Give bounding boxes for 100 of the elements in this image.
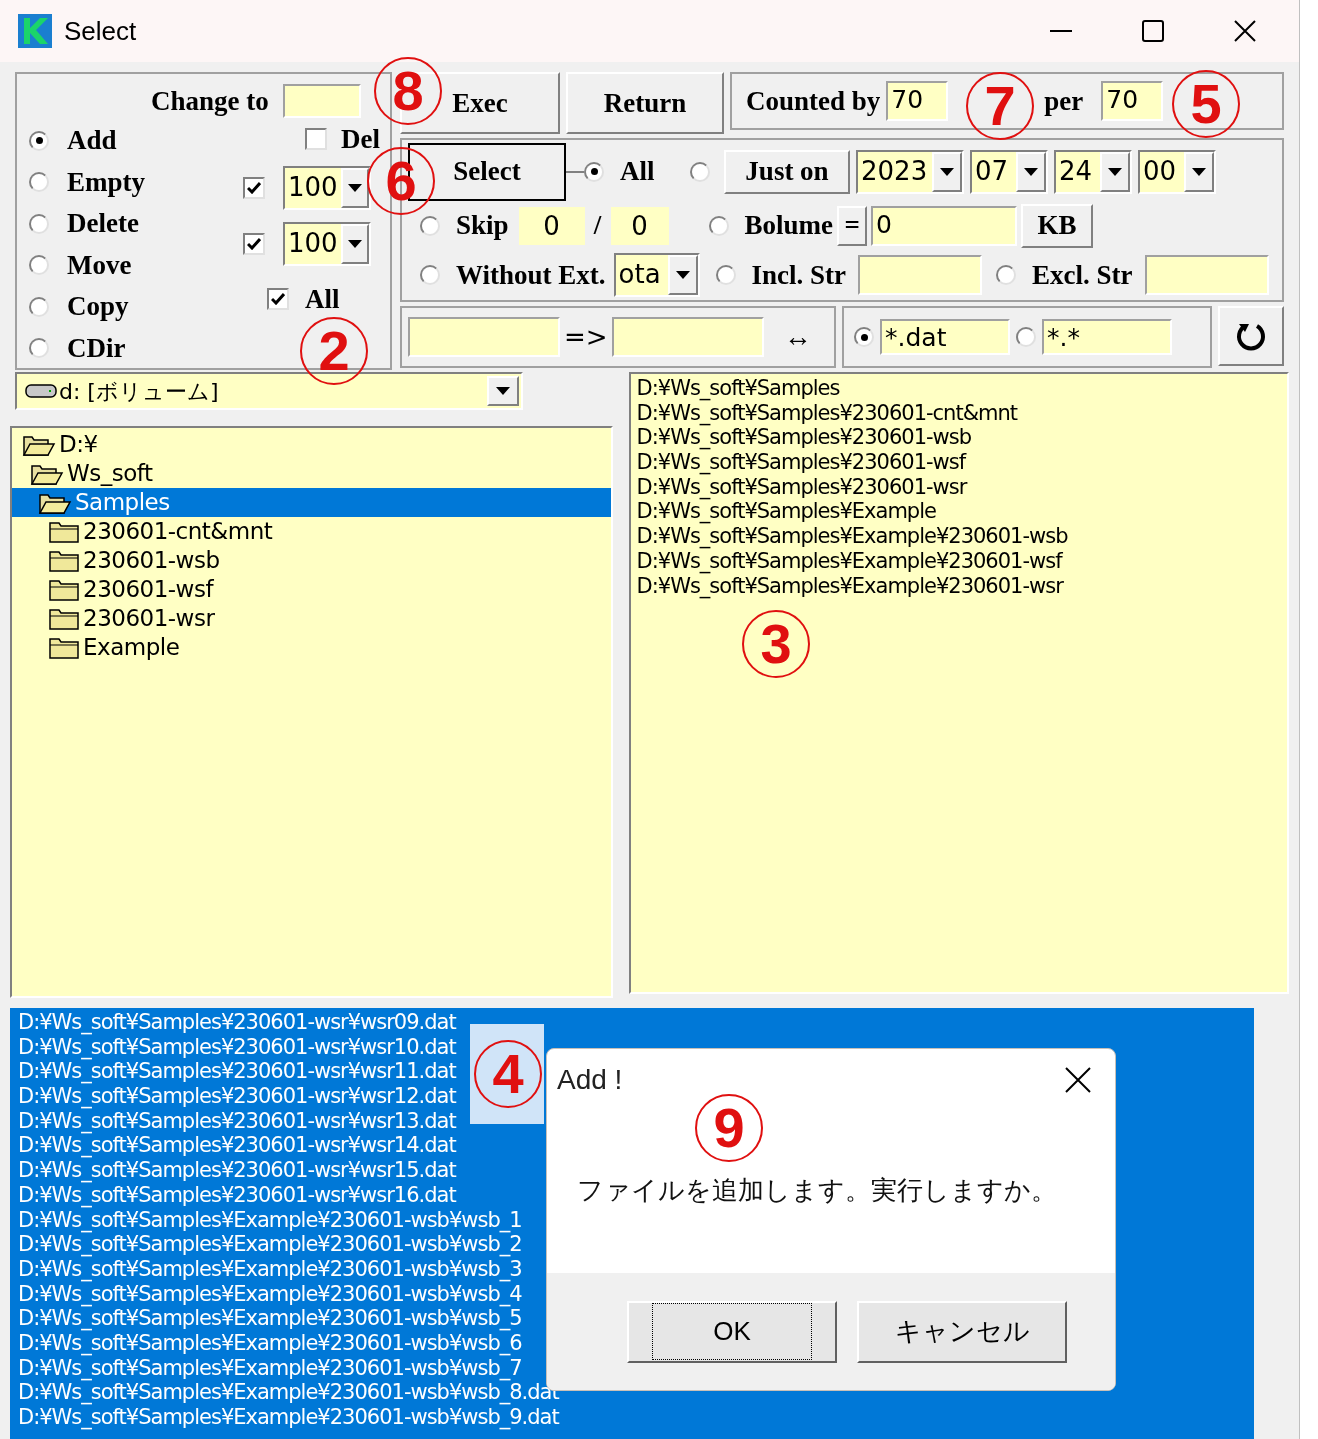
radio-button[interactable]: [29, 296, 49, 317]
rename-from-field[interactable]: [408, 317, 560, 357]
return-button[interactable]: Return: [566, 72, 724, 134]
maximize-icon[interactable]: [1142, 20, 1164, 42]
file-path[interactable]: D:¥Ws_soft¥Samples¥Example¥230601-wsb¥wsb_4: [18, 1281, 522, 1307]
radio-button[interactable]: [29, 130, 49, 151]
dialog-button[interactable]: キャンセル: [857, 1300, 1067, 1363]
check-icon: [247, 238, 261, 250]
skip-to-field[interactable]: 0: [610, 206, 669, 245]
extension-dropdown[interactable]: ota: [613, 253, 700, 298]
folder-tree-item[interactable]: Ws_soft: [12, 459, 611, 488]
filter-field[interactable]: *.*: [1042, 319, 1172, 355]
date-dropdown[interactable]: 2023: [856, 149, 964, 194]
caret-icon: [347, 240, 362, 248]
drive-dropdown[interactable]: d: [ボリューム]: [15, 372, 523, 410]
file-path[interactable]: D:¥Ws_soft¥Samples¥230601-wsr¥wsr15.dat: [18, 1158, 456, 1183]
all-label: All: [305, 285, 340, 313]
radio-button[interactable]: [29, 255, 49, 276]
folder-icon: [48, 577, 80, 602]
close-icon[interactable]: [1065, 1067, 1091, 1093]
separator: /: [592, 212, 603, 240]
annotation-marker: 5: [1172, 70, 1240, 138]
radio-button[interactable]: [996, 265, 1017, 286]
skip-from-field[interactable]: 0: [518, 206, 585, 245]
file-path[interactable]: D:¥Ws_soft¥Samples¥230601-wsr¥wsr13.dat: [18, 1108, 456, 1134]
number-dropdown[interactable]: 100: [283, 222, 371, 266]
radio-button[interactable]: [584, 161, 604, 182]
change-to-field[interactable]: [282, 84, 361, 118]
file-path[interactable]: D:¥Ws_soft¥Samples¥230601-wsr¥wsr11.dat: [18, 1059, 456, 1085]
file-path[interactable]: D:¥Ws_soft¥Samples¥Example¥230601-wsb¥wsb_5: [18, 1306, 522, 1331]
filter-field[interactable]: *.dat: [880, 319, 1010, 355]
drive-icon: [25, 383, 57, 399]
check-icon: [247, 182, 261, 194]
folder-path[interactable]: D:¥Ws_soft¥Samples¥230601-wsf: [636, 450, 966, 475]
folder-path[interactable]: D:¥Ws_soft¥Samples¥230601-wsb: [636, 425, 971, 451]
radio-button[interactable]: [29, 172, 49, 193]
radio-button[interactable]: [29, 338, 49, 359]
counted-by-field[interactable]: 70: [886, 81, 949, 121]
volume-field[interactable]: 0: [871, 205, 1018, 246]
operator-button[interactable]: =: [837, 205, 868, 246]
check-icon: [271, 293, 285, 305]
dialog-title: Add !: [557, 1063, 623, 1097]
file-path[interactable]: D:¥Ws_soft¥Samples¥230601-wsr¥wsr12.dat: [18, 1084, 456, 1109]
folder-path[interactable]: D:¥Ws_soft¥Samples¥230601-wsr: [636, 474, 967, 500]
kb-button[interactable]: KB: [1021, 203, 1094, 248]
checkbox[interactable]: [243, 233, 265, 255]
radio-button[interactable]: [420, 265, 440, 286]
folder-tree-item[interactable]: Example: [12, 633, 611, 662]
folder-tree-item[interactable]: 230601-wsb: [12, 546, 611, 575]
radio-button[interactable]: [690, 161, 710, 182]
change-to-label: Change to: [151, 87, 269, 115]
folder-tree-item[interactable]: 230601-cnt&mnt: [12, 517, 611, 546]
folder-tree-item[interactable]: D:¥: [12, 430, 611, 459]
folder-path[interactable]: D:¥Ws_soft¥Samples¥Example¥230601-wsr: [636, 573, 1063, 599]
folder-path[interactable]: D:¥Ws_soft¥Samples¥Example¥230601-wsf: [636, 548, 1062, 574]
folder-path[interactable]: D:¥Ws_soft¥Samples¥230601-cnt&mnt: [636, 400, 1018, 426]
volume-label: Bolume: [744, 212, 834, 240]
folder-tree-item[interactable]: 230601-wsr: [12, 604, 611, 633]
file-path[interactable]: D:¥Ws_soft¥Samples¥230601-wsr¥wsr14.dat: [18, 1133, 456, 1159]
file-path[interactable]: D:¥Ws_soft¥Samples¥Example¥230601-wsb¥wsb_3: [18, 1256, 522, 1282]
excl-str-field[interactable]: [1144, 255, 1269, 296]
just-on-button[interactable]: Just on: [724, 149, 850, 194]
folder-icon: [48, 519, 80, 544]
file-path[interactable]: D:¥Ws_soft¥Samples¥230601-wsr¥wsr16.dat: [18, 1182, 456, 1208]
folder-tree-item[interactable]: 230601-wsf: [12, 575, 611, 604]
incl-str-field[interactable]: [858, 255, 983, 296]
folder-path[interactable]: D:¥Ws_soft¥Samples¥Example: [636, 499, 936, 525]
date-dropdown[interactable]: 24: [1054, 149, 1132, 194]
checkbox[interactable]: [267, 288, 289, 310]
caret-icon: [1108, 167, 1122, 176]
mode-label: Delete: [67, 210, 139, 238]
file-path[interactable]: D:¥Ws_soft¥Samples¥Example¥230601-wsb¥wsb_9.dat: [18, 1405, 559, 1430]
rename-to-field[interactable]: [611, 317, 764, 357]
refresh-button[interactable]: [1218, 306, 1284, 366]
checkbox[interactable]: [305, 128, 327, 150]
checkbox[interactable]: [243, 177, 265, 199]
folder-path[interactable]: D:¥Ws_soft¥Samples: [636, 376, 840, 401]
date-dropdown[interactable]: 00: [1138, 149, 1216, 194]
radio-button[interactable]: [708, 215, 729, 236]
dialog-button[interactable]: OK: [627, 1300, 837, 1363]
file-path[interactable]: D:¥Ws_soft¥Samples¥Example¥230601-wsb¥wsb_7: [18, 1355, 522, 1381]
folder-tree-item[interactable]: Samples: [12, 488, 611, 517]
file-path[interactable]: D:¥Ws_soft¥Samples¥Example¥230601-wsb¥wsb_6: [18, 1330, 522, 1356]
radio-button[interactable]: [29, 213, 49, 234]
all-option-label: All: [620, 158, 656, 186]
radio-button[interactable]: [854, 327, 874, 347]
per-field[interactable]: 70: [1101, 81, 1164, 121]
file-path[interactable]: D:¥Ws_soft¥Samples¥Example¥230601-wsb¥wsb_1: [18, 1207, 522, 1233]
file-path[interactable]: D:¥Ws_soft¥Samples¥230601-wsr¥wsr10.dat: [18, 1034, 456, 1060]
radio-button[interactable]: [1016, 327, 1036, 347]
mode-label: Move: [67, 251, 132, 279]
file-path[interactable]: D:¥Ws_soft¥Samples¥Example¥230601-wsb¥wsb_2: [18, 1232, 522, 1257]
date-dropdown[interactable]: 07: [970, 149, 1048, 194]
close-icon[interactable]: [1234, 20, 1256, 42]
radio-button[interactable]: [715, 265, 736, 286]
folder-path[interactable]: D:¥Ws_soft¥Samples¥Example¥230601-wsb: [636, 524, 1068, 549]
caret-icon: [675, 271, 690, 280]
radio-button[interactable]: [420, 215, 440, 236]
number-dropdown[interactable]: 100: [283, 166, 371, 210]
file-path[interactable]: D:¥Ws_soft¥Samples¥230601-wsr¥wsr09.dat: [18, 1010, 456, 1035]
